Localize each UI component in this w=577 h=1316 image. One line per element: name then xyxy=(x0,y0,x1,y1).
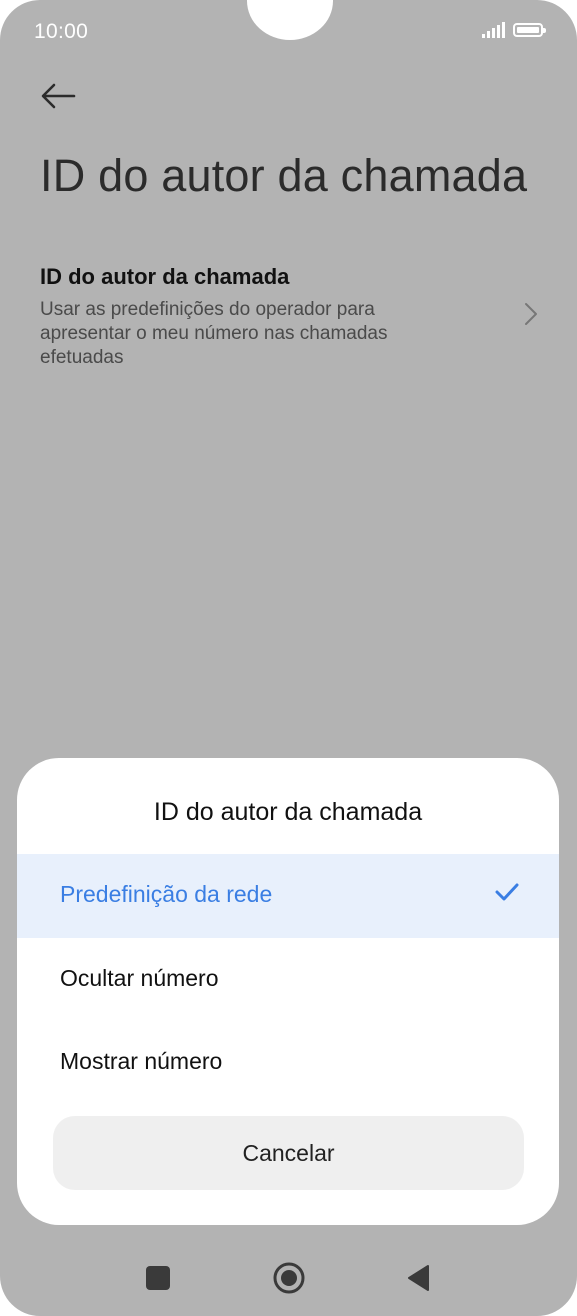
caller-id-dialog: ID do autor da chamada Predefinição da r… xyxy=(17,758,559,1225)
setting-description: Usar as predefinições do operador para a… xyxy=(40,299,388,368)
phone-screen: 10:00 ID do autor da chamada ID do autor… xyxy=(0,0,577,1316)
chevron-right-icon xyxy=(525,303,537,325)
option-show-number[interactable]: Mostrar número xyxy=(17,1021,559,1105)
back-button[interactable] xyxy=(38,78,82,114)
checkmark-icon xyxy=(495,883,519,901)
option-label: Predefinição da rede xyxy=(60,881,273,907)
arrow-left-icon xyxy=(41,83,76,109)
option-network-default[interactable]: Predefinição da rede xyxy=(17,854,559,938)
caller-id-setting[interactable]: ID do autor da chamada Usar as predefini… xyxy=(40,262,540,372)
signal-icon xyxy=(482,22,505,38)
status-icons xyxy=(482,22,546,38)
option-label: Mostrar número xyxy=(60,1048,223,1074)
cancel-button[interactable]: Cancelar xyxy=(53,1116,524,1190)
setting-title: ID do autor da chamada xyxy=(40,264,290,289)
camera-notch xyxy=(247,0,333,40)
home-circle-icon[interactable] xyxy=(272,1261,306,1295)
page-title: ID do autor da chamada xyxy=(40,150,528,201)
status-time: 10:00 xyxy=(34,20,89,43)
option-hide-number[interactable]: Ocultar número xyxy=(17,938,559,1022)
square-icon[interactable] xyxy=(146,1266,170,1290)
dialog-title: ID do autor da chamada xyxy=(153,798,423,826)
option-label: Ocultar número xyxy=(60,965,219,991)
triangle-back-icon[interactable] xyxy=(406,1264,430,1292)
battery-icon xyxy=(513,23,546,37)
